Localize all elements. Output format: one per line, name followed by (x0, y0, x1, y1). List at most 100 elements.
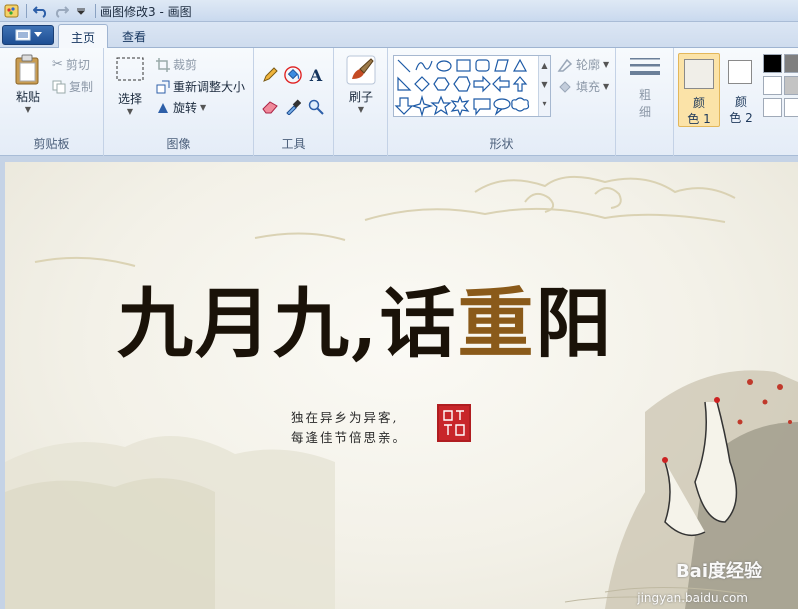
paste-label: 粘贴 (15, 90, 40, 104)
crop-icon (156, 57, 170, 72)
pencil-icon[interactable] (260, 65, 280, 85)
document-menu-icon (15, 29, 30, 41)
color2-button[interactable]: 颜 色 2 (722, 53, 760, 127)
red-seal-stamp (437, 404, 471, 442)
brushes-label: 刷子 (348, 90, 373, 104)
palette-swatch-black[interactable] (763, 54, 782, 73)
chevron-down-icon: ▼ (357, 105, 365, 114)
color1-button[interactable]: 颜 色 1 (678, 53, 720, 127)
crop-button[interactable]: 裁剪 (156, 56, 197, 73)
watermark-url: jingyan.baidu.com (637, 591, 748, 605)
size-button[interactable]: 粗 细 (626, 56, 664, 120)
ribbon: 粘贴 ▼ ✂ 剪切 复制 剪贴板 选择 ▼ 裁剪 重新调整大小 旋转 ▼ 图像 … (0, 48, 798, 156)
tab-home[interactable]: 主页 (58, 24, 109, 49)
scissors-icon: ✂ (52, 57, 63, 72)
clipboard-group: 粘贴 ▼ ✂ 剪切 复制 剪贴板 (0, 48, 104, 156)
selection-rectangle-icon (116, 57, 144, 81)
shapes-group-label: 形状 (489, 137, 514, 151)
resize-icon (156, 80, 170, 93)
eraser-icon[interactable] (260, 97, 280, 117)
canvas-area: 九月九,话重阳 独在异乡为异客, 每逢佳节倍思亲。 Bai度经验 jingyan… (0, 156, 798, 609)
resize-button[interactable]: 重新调整大小 (156, 78, 245, 95)
paste-button[interactable]: 粘贴 ▼ (8, 54, 48, 114)
chevron-down-icon (33, 32, 42, 37)
color1-label-line2: 色 1 (687, 112, 711, 126)
size-label-line2: 细 (638, 105, 651, 119)
title-bar: 画图修改3 - 画图 (0, 0, 798, 22)
palette-swatch-white[interactable] (763, 76, 782, 95)
size-group: 粗 细 (616, 48, 674, 156)
tools-group: A 工具 (254, 48, 334, 156)
headline-last: 阳 (535, 279, 614, 368)
fill-label: 填充 (576, 80, 601, 94)
palette-swatch-light-gray[interactable] (784, 76, 798, 95)
palette-swatch-gray[interactable] (784, 54, 798, 73)
outline-button[interactable]: 轮廓 ▼ (557, 56, 609, 73)
ribbon-tab-strip: 主页 查看 (0, 22, 798, 49)
clipboard-group-label: 剪贴板 (33, 137, 70, 151)
color1-label-line1: 颜 (692, 96, 705, 110)
scroll-down-icon[interactable]: ▼ (539, 75, 550, 94)
tools-group-label: 工具 (281, 137, 306, 151)
select-button[interactable]: 选择 ▼ (112, 56, 148, 116)
watermark-text: Bai度经验 (675, 561, 762, 582)
cut-label: 剪切 (65, 58, 90, 72)
paint-app-icon[interactable] (2, 2, 22, 20)
text-tool-icon[interactable]: A (306, 65, 326, 85)
poster-headline: 九月九,话重阳 (117, 262, 613, 372)
chevron-down-icon: ▼ (200, 103, 207, 112)
chevron-down-icon: ▼ (24, 105, 32, 114)
copy-label: 复制 (69, 80, 94, 94)
window-title: 画图修改3 - 画图 (100, 5, 192, 19)
brushes-button[interactable]: 刷子 ▼ (342, 55, 380, 114)
color2-label-line1: 颜 (734, 95, 747, 109)
rotate-button[interactable]: 旋转 ▼ (156, 99, 206, 116)
headline-black: 九月九,话 (117, 279, 458, 368)
redo-icon[interactable] (51, 2, 71, 20)
shapes-gallery-icons (394, 58, 530, 118)
color1-swatch (684, 59, 714, 89)
line-width-icon (630, 58, 660, 75)
rotate-label: 旋转 (173, 101, 198, 115)
copy-icon (52, 80, 66, 93)
fill-bucket-icon[interactable] (283, 65, 303, 85)
scroll-up-icon[interactable]: ▲ (539, 56, 550, 75)
color2-swatch (728, 60, 752, 84)
brush-icon (346, 55, 376, 85)
customize-qat-icon[interactable] (71, 2, 91, 20)
drawing-canvas[interactable]: 九月九,话重阳 独在异乡为异客, 每逢佳节倍思亲。 Bai度经验 jingyan… (5, 162, 798, 609)
crop-label: 裁剪 (173, 58, 198, 72)
poem-text: 独在异乡为异客, 每逢佳节倍思亲。 (291, 408, 407, 448)
image-group: 选择 ▼ 裁剪 重新调整大小 旋转 ▼ 图像 (104, 48, 254, 156)
palette-swatch-empty-2[interactable] (784, 98, 798, 117)
chevron-down-icon: ▼ (603, 82, 610, 91)
expand-gallery-icon[interactable]: ▾ (539, 94, 550, 113)
magnifier-icon[interactable] (306, 97, 326, 117)
poster-background-art (5, 175, 798, 609)
paint-menu-button[interactable] (2, 25, 54, 45)
outline-label: 轮廓 (576, 58, 601, 72)
shapes-gallery (393, 55, 551, 118)
clipboard-icon (15, 54, 39, 85)
color-picker-icon[interactable] (283, 97, 303, 117)
fill-icon (559, 80, 571, 93)
cut-button[interactable]: ✂ 剪切 (52, 56, 90, 73)
rotate-icon (158, 102, 168, 113)
tab-view[interactable]: 查看 (110, 24, 158, 49)
poem-line-1: 独在异乡为异客, (291, 410, 399, 425)
chevron-down-icon: ▼ (126, 107, 134, 116)
size-label-line1: 粗 (638, 88, 651, 102)
poem-line-2: 每逢佳节倍思亲。 (291, 430, 408, 445)
resize-label: 重新调整大小 (173, 80, 246, 94)
brushes-group: 刷子 ▼ (334, 48, 388, 156)
select-label: 选择 (117, 92, 142, 106)
headline-gold: 重 (457, 279, 536, 368)
shapes-scroll[interactable]: ▲ ▼ ▾ (538, 56, 550, 116)
fill-button[interactable]: 填充 ▼ (557, 78, 609, 95)
palette-swatch-empty-1[interactable] (763, 98, 782, 117)
copy-button[interactable]: 复制 (52, 78, 93, 95)
color2-label-line2: 色 2 (729, 111, 753, 125)
chevron-down-icon: ▼ (603, 60, 610, 69)
quick-access-toolbar (2, 2, 100, 20)
undo-icon[interactable] (31, 2, 51, 20)
